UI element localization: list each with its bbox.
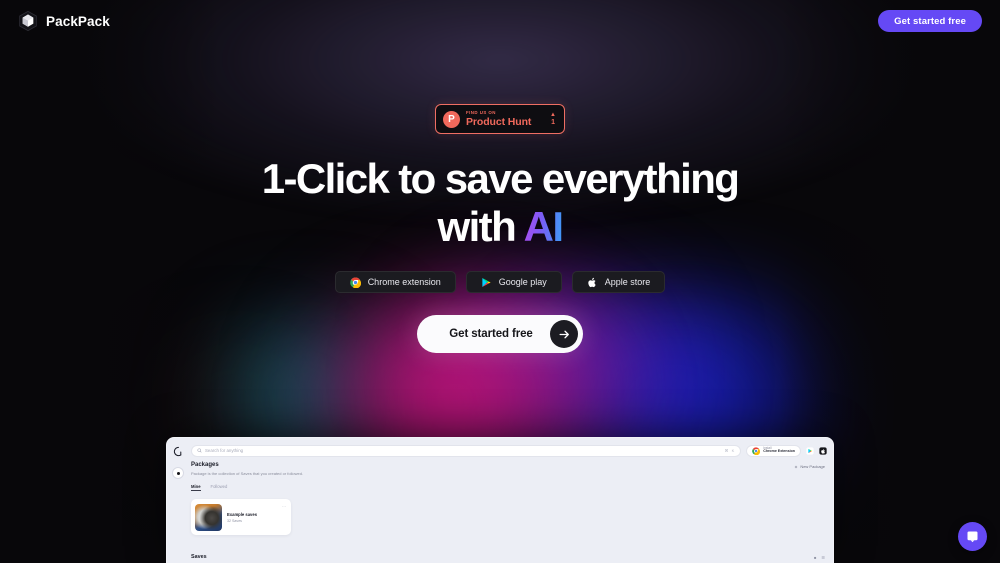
headline-line-1: 1-Click to save everything (261, 155, 740, 202)
site-header: PackPack Get started free (0, 0, 1000, 42)
headline-line-2: with AI (0, 206, 1000, 248)
search-icon (197, 448, 202, 453)
product-hunt-badge[interactable]: P FIND US ON Product Hunt ▲ 1 (435, 104, 565, 134)
saves-title: Saves (191, 554, 207, 560)
brand-name: PackPack (46, 13, 110, 29)
chrome-icon (752, 446, 761, 455)
app-main-content: New Package Packages Package is the coll… (191, 462, 827, 563)
plus-icon (795, 465, 798, 468)
tab-mine[interactable]: Mine (191, 484, 201, 492)
app-topbar: Search for anything ⌘ K Install Chrome E… (191, 444, 827, 457)
product-hunt-vote-count: 1 (551, 119, 555, 126)
install-pill-text: Install Chrome Extension (763, 446, 795, 454)
more-horizontal-icon[interactable]: ⋯ (282, 504, 286, 509)
chat-bubble-icon[interactable] (958, 522, 987, 551)
get-started-free-hero-button[interactable]: Get started free (417, 315, 583, 353)
package-thumbnail (195, 503, 222, 531)
install-chrome-extension-button[interactable]: Install Chrome Extension (746, 444, 801, 457)
caret-up-icon: ▲ (550, 112, 556, 118)
app-page-subtitle: Package is the collection of Saves that … (191, 470, 304, 476)
app-sidebar (167, 438, 189, 563)
google-play-icon[interactable] (806, 446, 814, 455)
product-hunt-upvote[interactable]: ▲ 1 (550, 112, 557, 126)
list-view-icon[interactable]: ☰ (821, 555, 825, 560)
product-hunt-kicker: FIND US ON (466, 109, 496, 115)
cube-logo-icon (18, 10, 38, 32)
tab-followed[interactable]: Followed (211, 484, 228, 492)
product-hunt-text: FIND US ON Product Hunt (466, 109, 544, 128)
search-input[interactable]: Search for anything ⌘ K (191, 444, 742, 457)
headline-accent-ai: AI (523, 203, 564, 250)
cta-row: Get started free (0, 315, 1000, 353)
app-logo-icon[interactable] (172, 445, 185, 458)
headline-line-2-prefix: with (437, 203, 524, 250)
hero-section: P FIND US ON Product Hunt ▲ 1 1-Click to… (0, 0, 1000, 353)
new-package-label: New Package (800, 464, 825, 469)
package-card-meta: 32 Saves (227, 518, 242, 523)
apple-icon (587, 277, 598, 288)
brand-logo[interactable]: PackPack (18, 10, 110, 32)
avatar[interactable] (172, 467, 184, 479)
arrow-right-icon (550, 320, 578, 348)
app-page-title: Packages (191, 462, 219, 468)
package-card-text: Example saves 32 Saves (227, 512, 257, 523)
google-play-icon (481, 277, 492, 288)
get-started-free-header-button[interactable]: Get started free (878, 10, 982, 32)
page-title: 1-Click to save everything with AI (0, 158, 1000, 248)
apple-store-button[interactable]: Apple store (571, 271, 666, 293)
product-hunt-icon: P (443, 110, 460, 128)
google-play-label: Google play (498, 277, 547, 287)
google-play-button[interactable]: Google play (465, 271, 562, 293)
store-buttons-row: Chrome extension Google play Apple store (0, 271, 1000, 293)
chrome-extension-button[interactable]: Chrome extension (334, 271, 456, 293)
app-tabs: Mine Followed (191, 484, 827, 492)
chrome-icon (349, 276, 361, 288)
new-package-button[interactable]: New Package (794, 464, 825, 469)
saves-section-header: Saves ■ ☰ (191, 554, 825, 560)
apple-store-label: Apple store (604, 277, 651, 287)
grid-view-icon[interactable]: ■ (814, 555, 816, 560)
cta-label: Get started free (449, 328, 533, 340)
package-card[interactable]: Example saves 32 Saves ⋯ (191, 499, 291, 535)
saves-view-actions: ■ ☰ (814, 555, 825, 560)
install-pill-label: Chrome Extension (763, 449, 795, 454)
product-hunt-title: Product Hunt (466, 115, 532, 128)
package-card-name: Example saves (227, 511, 258, 517)
app-preview-window: Search for anything ⌘ K Install Chrome E… (166, 437, 834, 563)
search-shortcut-hint: ⌘ K (724, 448, 736, 453)
apple-icon[interactable] (819, 446, 827, 455)
chrome-extension-label: Chrome extension (367, 277, 441, 287)
search-placeholder: Search for anything (205, 448, 244, 453)
